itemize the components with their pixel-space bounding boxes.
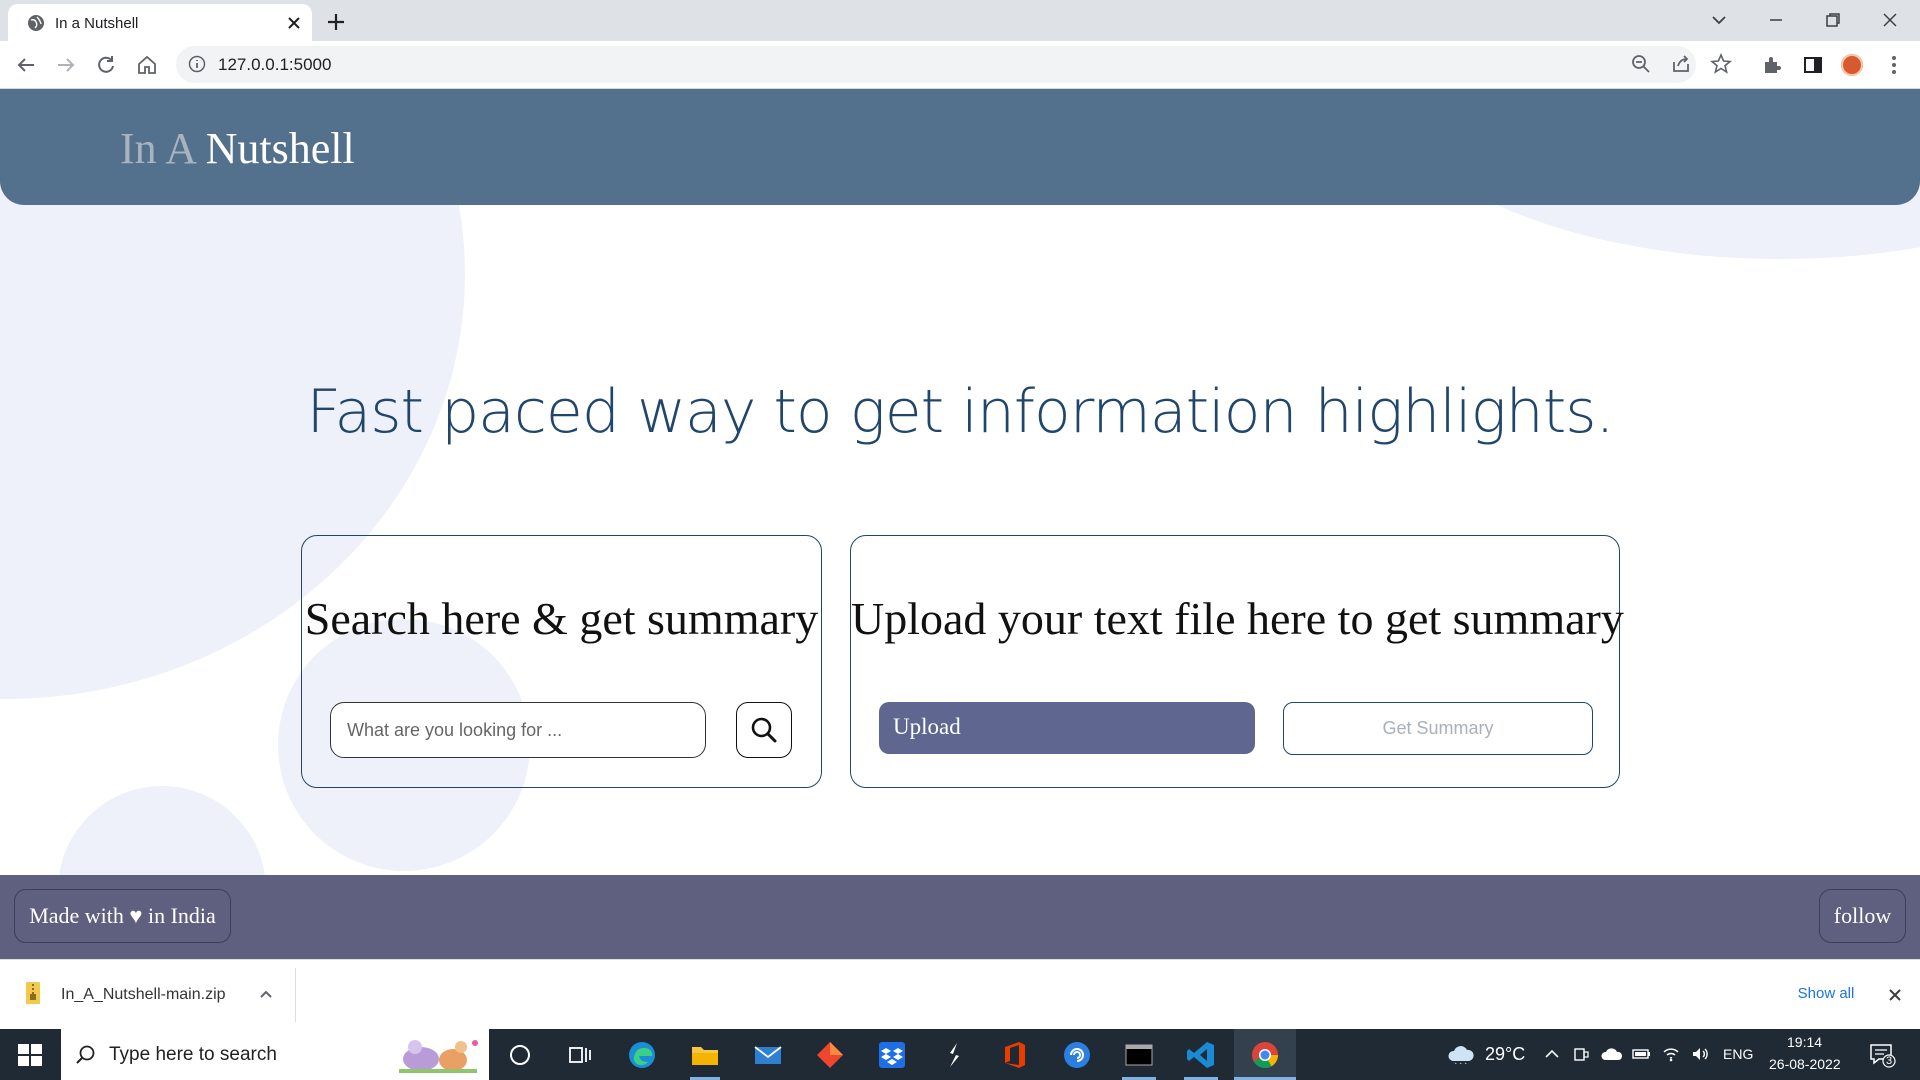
task-view-icon[interactable] [563,1039,595,1071]
restore-window-icon[interactable] [1820,7,1846,33]
site-navbar: In A Nutshell [0,89,1920,205]
notification-count: 3 [1885,1055,1893,1067]
taskbar-search-box[interactable]: Type here to search [61,1029,489,1080]
bookmark-star-icon[interactable] [1709,52,1733,76]
close-tab-icon[interactable] [284,13,304,33]
close-window-icon[interactable] [1877,7,1903,33]
search-highlight-illustration [391,1035,483,1075]
volume-icon[interactable] [1690,1044,1710,1064]
onedrive-icon[interactable] [1600,1044,1624,1064]
home-icon[interactable] [135,53,159,77]
profile-avatar[interactable] [1841,54,1863,76]
diamond-app-icon[interactable] [814,1039,846,1071]
weather-temperature[interactable]: 29°C [1485,1044,1525,1065]
tab-title: In a Nutshell [55,15,139,32]
windows-start-icon[interactable] [18,1044,42,1066]
more-menu-icon[interactable] [1882,53,1906,77]
reload-icon[interactable] [94,53,118,77]
made-in-india-badge: Made with ♥ in India [14,889,231,943]
mail-icon[interactable] [752,1039,784,1071]
vscode-icon[interactable] [1185,1039,1217,1071]
hero-heading: Fast paced way to get information highli… [306,377,1614,447]
web-page: In A Nutshell Fast paced way to get info… [0,89,1920,959]
zip-file-icon [26,982,40,1004]
back-arrow-icon[interactable] [14,53,38,77]
extensions-icon[interactable] [1760,53,1784,77]
shelf-divider [295,968,296,1022]
terminal-icon[interactable] [1123,1039,1155,1071]
swirl-app-icon[interactable] [1061,1039,1093,1071]
brand-main: Nutshell [205,124,355,173]
download-item-name[interactable]: In_A_Nutshell-main.zip [61,986,226,1004]
input-language[interactable]: ENG [1723,1046,1753,1062]
chevron-up-icon[interactable] [1542,1044,1562,1064]
site-logo[interactable]: In A Nutshell [120,123,355,174]
minimize-window-icon[interactable] [1763,7,1789,33]
close-shelf-icon[interactable] [1886,986,1904,1004]
site-footer: Made with ♥ in India follow [0,875,1920,959]
share-icon[interactable] [1669,52,1693,76]
dropbox-icon[interactable] [876,1039,908,1071]
browser-tab-strip: In a Nutshell [0,0,1920,41]
taskbar-search-placeholder: Type here to search [109,1044,277,1065]
chrome-taskbar-button[interactable] [1234,1029,1296,1080]
wifi-icon[interactable] [1661,1044,1681,1064]
sublime-app-icon[interactable] [938,1039,970,1071]
get-summary-button[interactable]: Get Summary [1283,702,1593,755]
upload-button[interactable]: Upload [879,702,1255,754]
search-card-title: Search here & get summary [304,593,819,644]
show-all-downloads-button[interactable]: Show all [1776,974,1876,1014]
follow-button[interactable]: follow [1819,889,1906,943]
search-button[interactable] [736,702,792,758]
search-input[interactable] [330,702,706,758]
upload-label: Upload [893,714,961,739]
weather-cloud-icon[interactable] [1446,1044,1476,1064]
clock-time[interactable]: 19:14 [1787,1034,1822,1050]
battery-device-icon[interactable] [1571,1044,1591,1064]
cortana-icon[interactable] [504,1039,536,1071]
new-tab-button[interactable] [322,8,350,36]
search-icon [751,717,777,743]
side-panel-icon[interactable] [1801,53,1825,77]
browser-tab[interactable]: In a Nutshell [8,4,312,41]
address-bar[interactable]: 127.0.0.1:5000 [176,46,1733,83]
office-icon[interactable] [999,1039,1031,1071]
url-text: 127.0.0.1:5000 [218,55,332,74]
browser-toolbar: 127.0.0.1:5000 [0,41,1920,89]
tab-search-chevron-icon[interactable] [1706,7,1732,33]
download-shelf: In_A_Nutshell-main.zip Show all [0,959,1920,1030]
clock-date[interactable]: 26-08-2022 [1769,1056,1841,1072]
search-icon [74,1043,98,1067]
globe-icon [27,14,45,32]
site-info-icon[interactable] [188,55,206,73]
upload-card: Upload your text file here to get summar… [850,535,1624,788]
edge-browser-icon[interactable] [626,1039,658,1071]
brand-prefix: In A [120,124,195,173]
chrome-icon [1249,1039,1281,1071]
windows-taskbar: Type here to search 29°C ENG 19:14 26-08… [0,1029,1920,1080]
zoom-icon[interactable] [1629,52,1653,76]
chevron-up-icon[interactable] [258,986,274,1002]
upload-card-title: Upload your text file here to get summar… [851,593,1624,644]
search-card: Search here & get summary [301,535,822,788]
battery-icon[interactable] [1631,1044,1651,1064]
file-explorer-icon[interactable] [689,1039,721,1071]
forward-arrow-icon[interactable] [54,53,78,77]
